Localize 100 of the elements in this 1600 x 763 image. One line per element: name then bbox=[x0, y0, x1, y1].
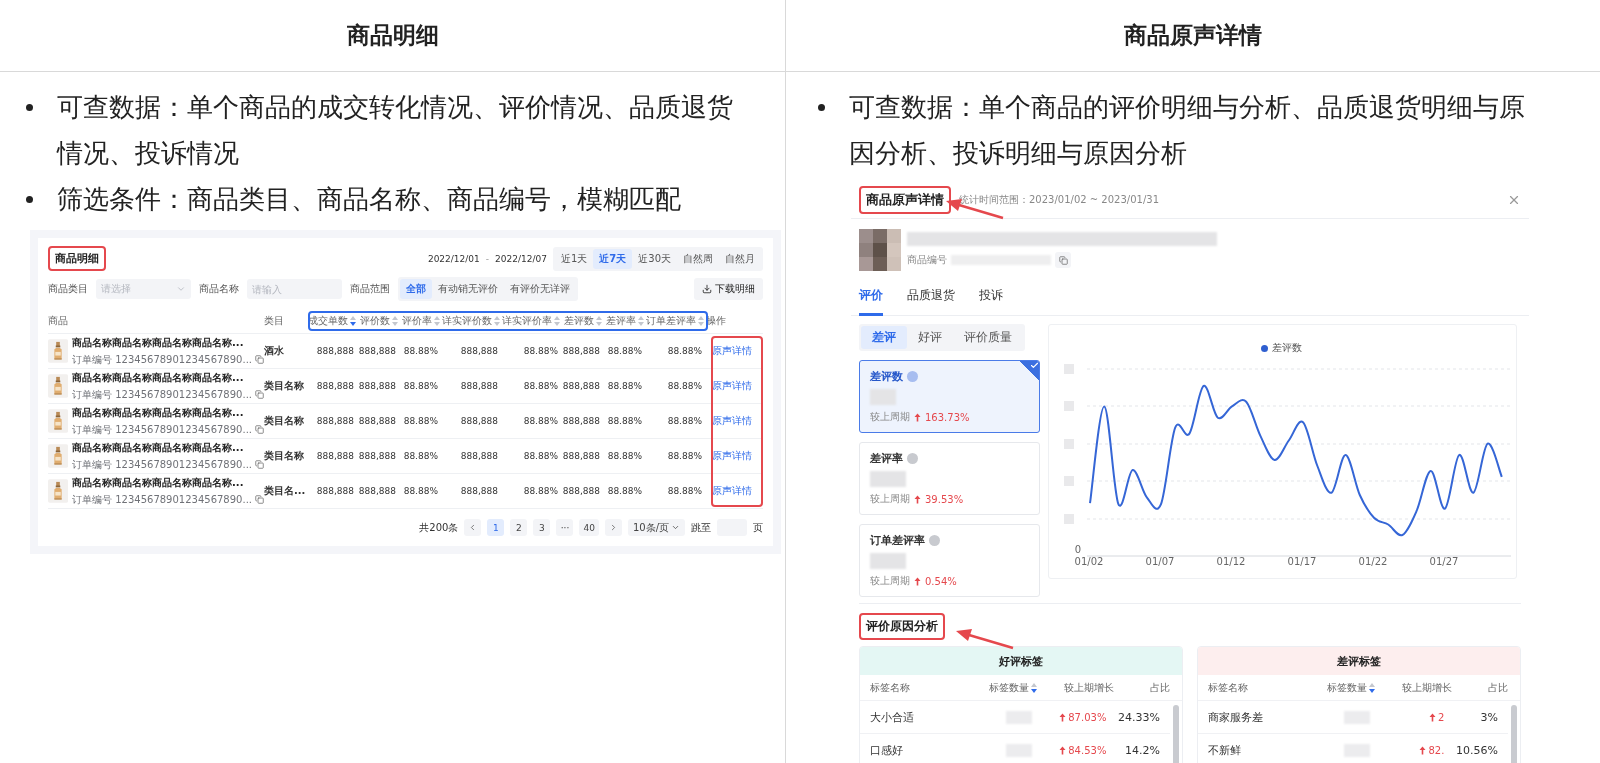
date-text: 2022/12/01 bbox=[427, 253, 480, 264]
sort-icon[interactable] bbox=[1369, 682, 1376, 693]
order-number: 订单编号 12345678901234567890... bbox=[72, 457, 252, 472]
table-cell-text: 888,888 bbox=[562, 486, 601, 496]
range-option[interactable]: 自然月 bbox=[719, 248, 761, 269]
share-value: 14.2% bbox=[1125, 743, 1160, 757]
column-header: 标签名称 bbox=[1208, 680, 1248, 695]
copy-icon[interactable] bbox=[255, 495, 264, 504]
table-cell-text: 88.88% bbox=[522, 381, 559, 391]
table-cell-text: 888,888 bbox=[459, 346, 499, 356]
detail-link[interactable]: 原声详情 bbox=[712, 344, 763, 358]
table-cell-text: 888,888 bbox=[562, 416, 601, 426]
share-value: 24.33% bbox=[1118, 710, 1160, 724]
copy-icon[interactable] bbox=[255, 355, 264, 364]
tab[interactable]: 品质退货 bbox=[907, 281, 955, 316]
range-option[interactable]: 近1天 bbox=[554, 248, 594, 269]
order-number: 订单编号 12345678901234567890... bbox=[72, 387, 252, 402]
table-cell-text: 888,888 bbox=[358, 486, 397, 496]
column-header[interactable]: 详实评价数 bbox=[442, 314, 502, 328]
metric-card[interactable]: 差评数 较上周期 163.73% bbox=[859, 360, 1040, 433]
compare-label: 较上周期 bbox=[870, 574, 910, 588]
column-header[interactable]: 差评数 bbox=[562, 314, 604, 328]
table-cell-text: 88.88% bbox=[402, 451, 439, 461]
metric-card[interactable]: 订单差评率 较上周期 0.54% bbox=[859, 524, 1040, 597]
scrollbar[interactable] bbox=[1511, 705, 1517, 763]
range-option[interactable]: 近30天 bbox=[632, 248, 677, 269]
metric-card[interactable]: 差评率 较上周期 39.53% bbox=[859, 442, 1040, 515]
range-option[interactable]: 自然周 bbox=[677, 248, 719, 269]
column-header[interactable]: 标签数量 bbox=[1327, 680, 1378, 695]
download-button[interactable]: 下载明细 bbox=[694, 278, 763, 300]
sort-icon[interactable] bbox=[1031, 682, 1038, 693]
help-icon bbox=[907, 371, 918, 382]
page-button[interactable]: 40 bbox=[579, 519, 599, 536]
sort-icon[interactable] bbox=[350, 316, 356, 326]
column-header[interactable]: 详实评价率 bbox=[502, 314, 562, 328]
tab[interactable]: 评价 bbox=[859, 281, 883, 316]
order-number: 订单编号 12345678901234567890... bbox=[72, 352, 252, 367]
metric-name: 差评率 bbox=[870, 451, 903, 466]
scope-option[interactable]: 有评价无详评 bbox=[504, 279, 576, 299]
bullet-text: 可查数据：单个商品的成交转化情况、评价情况、品质退货情况、投诉情况 bbox=[57, 91, 734, 170]
detail-link[interactable]: 原声详情 bbox=[712, 484, 763, 498]
column-header: 标签名称 bbox=[870, 680, 910, 695]
next-page-button[interactable] bbox=[604, 519, 622, 536]
scope-option[interactable]: 全部 bbox=[400, 279, 432, 299]
column-header[interactable]: 标签数量 bbox=[989, 680, 1040, 695]
table-cell-text: 888,888 bbox=[315, 451, 355, 461]
review-type-option[interactable]: 好评 bbox=[907, 326, 953, 349]
scope-option[interactable]: 有动销无评价 bbox=[432, 279, 504, 299]
close-icon[interactable] bbox=[1507, 193, 1521, 207]
table-cell-text: 88.88% bbox=[606, 486, 643, 496]
detail-link[interactable]: 原声详情 bbox=[712, 379, 763, 393]
table-cell-text: 888,888 bbox=[358, 381, 397, 391]
page-size-select[interactable]: 10条/页 bbox=[627, 519, 685, 536]
copy-icon[interactable] bbox=[255, 425, 264, 434]
share-value: 3% bbox=[1480, 710, 1498, 724]
page-button[interactable]: ··· bbox=[556, 519, 574, 536]
range-option[interactable]: 近7天 bbox=[593, 248, 633, 269]
tab[interactable]: 投诉 bbox=[979, 281, 1003, 316]
page-button[interactable]: 2 bbox=[510, 519, 528, 536]
column-header[interactable]: 评价数 bbox=[358, 314, 400, 328]
table-cell-text: 888,888 bbox=[315, 381, 355, 391]
table-cell-text: 888,888 bbox=[459, 416, 499, 426]
page-suffix: 页 bbox=[753, 520, 763, 535]
filter-label: 商品范围 bbox=[350, 282, 390, 296]
detail-link[interactable]: 原声详情 bbox=[712, 414, 763, 428]
table-cell-text: 类目名称 bbox=[264, 449, 305, 463]
date-text: 2022/12/07 bbox=[495, 253, 547, 264]
column-header: 类目 bbox=[264, 314, 285, 328]
copy-button[interactable] bbox=[1055, 252, 1071, 268]
column-header[interactable]: 评价率 bbox=[400, 314, 442, 328]
column-heading: 商品明细 bbox=[0, 0, 785, 72]
panel-title: 商品明细 bbox=[48, 246, 106, 271]
previous-page-button[interactable] bbox=[464, 519, 482, 536]
axis-tick-label: 01/17 bbox=[1287, 556, 1317, 567]
up-arrow-icon bbox=[1429, 712, 1436, 722]
review-type-option[interactable]: 差评 bbox=[861, 326, 907, 349]
up-arrow-icon bbox=[914, 576, 921, 586]
copy-icon[interactable] bbox=[255, 390, 264, 399]
table-cell-text: 酒水 bbox=[264, 344, 285, 358]
table-cell-text: 88.88% bbox=[606, 381, 643, 391]
copy-icon bbox=[1058, 255, 1068, 265]
table-cell-text: 88.88% bbox=[522, 451, 559, 461]
metric-name: 订单差评率 bbox=[870, 533, 925, 548]
column-header[interactable]: 差评率 bbox=[604, 314, 646, 328]
page-button[interactable]: 1 bbox=[487, 519, 505, 536]
blurred-placeholder bbox=[870, 471, 906, 487]
detail-link[interactable]: 原声详情 bbox=[712, 449, 763, 463]
table-cell-text: 88.88% bbox=[402, 346, 439, 356]
page-button[interactable]: 3 bbox=[533, 519, 551, 536]
copy-icon[interactable] bbox=[255, 460, 264, 469]
compare-label: 较上周期 bbox=[870, 410, 910, 424]
growth-value: 87.03% bbox=[1068, 711, 1107, 723]
review-type-option[interactable]: 评价质量 bbox=[953, 326, 1023, 349]
total-count: 共200条 bbox=[419, 520, 459, 535]
column-header[interactable]: 订单差评率 bbox=[646, 314, 706, 328]
scrollbar[interactable] bbox=[1173, 705, 1179, 763]
table-cell-text: 88.88% bbox=[606, 346, 643, 356]
legend-dot bbox=[1261, 344, 1268, 352]
tag-name: 大小合适 bbox=[870, 709, 914, 725]
compare-label: 较上周期 bbox=[870, 492, 910, 506]
